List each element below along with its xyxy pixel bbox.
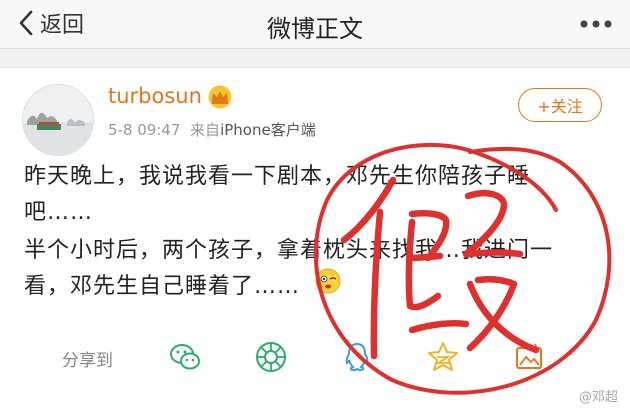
post-source: iPhone客户端 [220,121,316,139]
sleepy-emoji-icon [315,268,341,294]
avatar[interactable] [22,84,94,156]
album-icon[interactable] [512,340,546,374]
moments-icon[interactable] [254,340,288,374]
share-label: 分享到 [62,351,113,371]
post-text-line: 看，邓先生自己睡着了…… [24,274,301,299]
username[interactable]: turbosun [108,84,202,108]
top-nav-bar: 返回 微博正文 [0,0,630,49]
page-title: 微博正文 [267,15,363,43]
post-meta: 5-8 09:47 来自iPhone客户端 [108,119,316,140]
watermark: @邓超 [578,390,618,405]
follow-button[interactable]: +关注 [518,88,602,122]
more-options-icon[interactable] [576,10,616,38]
section-divider [0,49,630,68]
qq-icon[interactable] [340,340,374,374]
post-text-line: 吧…… [24,200,94,225]
post-text-line: 半个小时后，两个孩子，拿着枕头来找我…我进门一 [24,238,554,263]
source-prefix: 来自 [190,121,221,139]
qzone-icon[interactable] [426,340,460,374]
wechat-icon[interactable] [168,340,202,374]
post-timestamp: 5-8 09:47 [108,121,181,139]
post-text-line: 昨天晚上，我说我看一下剧本，邓先生你陪孩子睡 [24,164,531,189]
vip-crown-icon [208,85,232,109]
